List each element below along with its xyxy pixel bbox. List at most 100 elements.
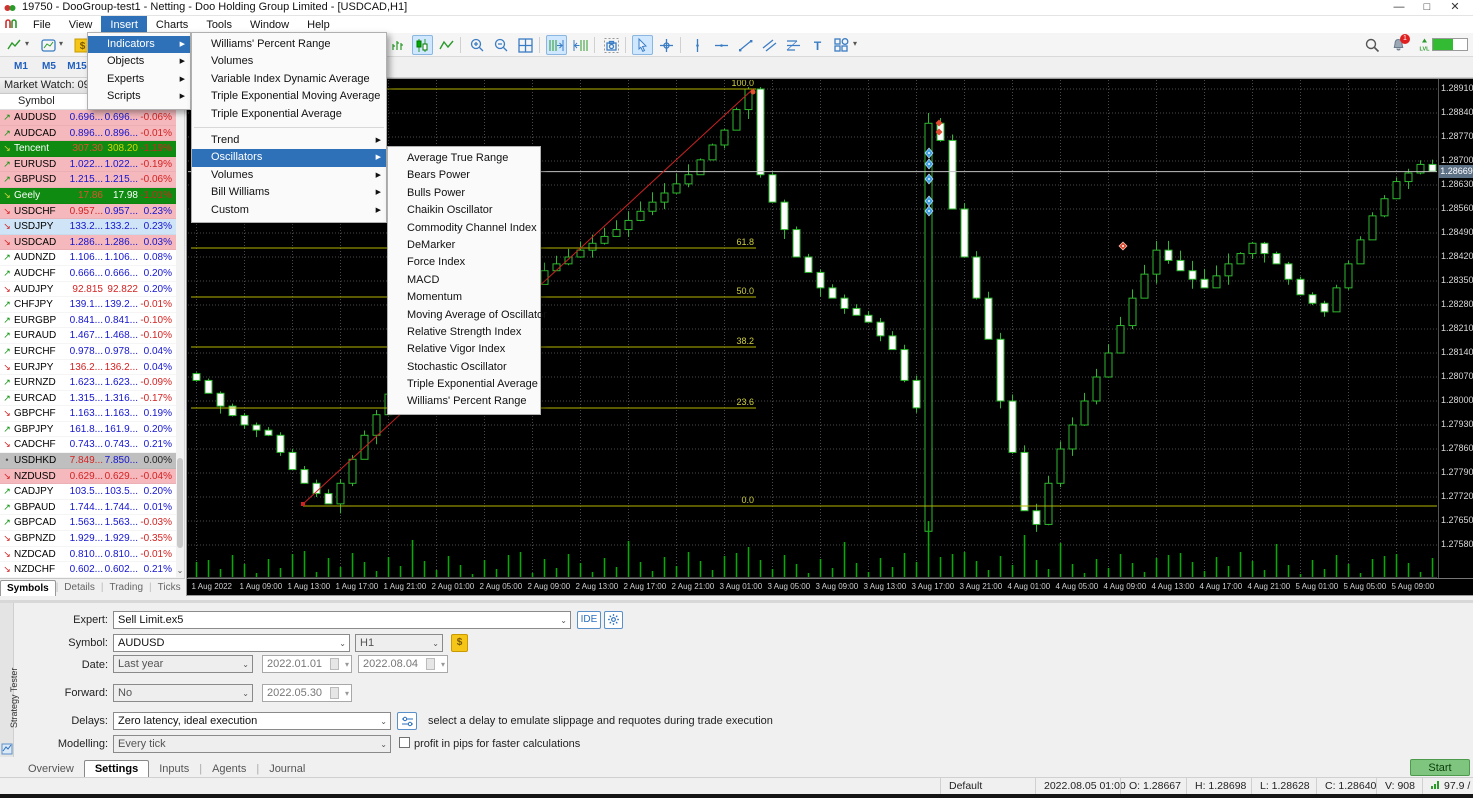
- price-axis[interactable]: 1.289101.288401.287701.287001.286301.285…: [1438, 79, 1473, 578]
- text-icon[interactable]: T: [807, 35, 828, 55]
- expert-settings-gear-icon[interactable]: [604, 611, 623, 629]
- table-row-audjpy[interactable]: ↘AUDJPY92.81592.8220.20%: [0, 282, 176, 298]
- shapes-icon[interactable]: [831, 35, 852, 55]
- table-row-audnzd[interactable]: ↗AUDNZD1.106...1.106...0.08%: [0, 250, 176, 266]
- search-icon[interactable]: [1362, 35, 1383, 55]
- menubar-item-file[interactable]: File: [24, 16, 60, 33]
- table-row-eurgbp[interactable]: ↗EURGBP0.841...0.841...-0.10%: [0, 313, 176, 329]
- table-row-gbpchf[interactable]: ↘GBPCHF1.163...1.163...0.19%: [0, 406, 176, 422]
- candles-icon[interactable]: [412, 35, 433, 55]
- indicators-item-trend[interactable]: Trend▶: [192, 132, 386, 149]
- time-axis[interactable]: 1 Aug 20221 Aug 09:001 Aug 13:001 Aug 17…: [187, 578, 1473, 595]
- table-row-geely[interactable]: ↘Geely17.8617.98-1.01%: [0, 188, 176, 204]
- camera-icon[interactable]: [601, 35, 622, 55]
- minimize-button[interactable]: —: [1385, 1, 1413, 13]
- tester-tab-inputs[interactable]: Inputs: [149, 761, 199, 777]
- table-row-usdhkd[interactable]: •USDHKD7.849...7.850...0.00%: [0, 453, 176, 469]
- table-row-chfjpy[interactable]: ↗CHFJPY139.1...139.2...-0.01%: [0, 297, 176, 313]
- expert-select[interactable]: Sell Limit.ex5⌄: [113, 611, 571, 629]
- crosshair-icon[interactable]: [656, 35, 677, 55]
- strategy-tester-side-tab[interactable]: Strategy Tester: [0, 603, 14, 760]
- oscillator-item-demarker[interactable]: DeMarker: [388, 237, 540, 254]
- oscillator-item-williams-percent-range[interactable]: Williams' Percent Range: [388, 393, 540, 410]
- market-watch-tab-trading[interactable]: Trading: [103, 582, 149, 593]
- table-row-cadjpy[interactable]: ↗CADJPY103.5...103.5...0.20%: [0, 484, 176, 500]
- market-watch-tab-symbols[interactable]: Symbols: [0, 580, 56, 596]
- table-row-cadchf[interactable]: ↘CADCHF0.743...0.743...0.21%: [0, 437, 176, 453]
- tester-tab-agents[interactable]: Agents: [202, 761, 256, 777]
- table-row-eurusd[interactable]: ↗EURUSD1.022...1.022...-0.19%: [0, 157, 176, 173]
- menubar-item-insert[interactable]: Insert: [101, 16, 147, 33]
- scrollbar-thumb[interactable]: [177, 458, 183, 548]
- date-spinner[interactable]: [330, 658, 339, 670]
- insert-menu-item-indicators[interactable]: Indicators▶: [88, 36, 190, 53]
- oscillator-item-average-true-range[interactable]: Average True Range: [388, 150, 540, 167]
- close-button[interactable]: ✕: [1441, 0, 1469, 13]
- chevron-down-icon[interactable]: ▾: [59, 39, 63, 48]
- table-row-gbpnzd[interactable]: ↘GBPNZD1.929...1.929...-0.35%: [0, 531, 176, 547]
- timeframe-button-m1[interactable]: M1: [8, 59, 34, 75]
- oscillator-item-bears-power[interactable]: Bears Power: [388, 167, 540, 184]
- indicators-item-variable-index-dynamic-average[interactable]: Variable Index Dynamic Average: [192, 71, 386, 88]
- indicators-item-triple-exponential-moving-average[interactable]: Triple Exponential Moving Average: [192, 88, 386, 105]
- table-row-gbpcad[interactable]: ↗GBPCAD1.563...1.563...-0.03%: [0, 515, 176, 531]
- oscillator-item-macd[interactable]: MACD: [388, 272, 540, 289]
- menubar-item-help[interactable]: Help: [298, 16, 339, 33]
- indicators-item-bill-williams[interactable]: Bill Williams▶: [192, 184, 386, 201]
- forward-select[interactable]: No⌄: [113, 684, 253, 702]
- cursor-icon[interactable]: [632, 35, 653, 55]
- indicators-item-oscillators[interactable]: Oscillators▶: [192, 149, 386, 166]
- oscillator-item-chaikin-oscillator[interactable]: Chaikin Oscillator: [388, 202, 540, 219]
- timeframe-button-m5[interactable]: M5: [36, 59, 62, 75]
- period-select[interactable]: H1⌄: [355, 634, 443, 652]
- hline-icon[interactable]: [711, 35, 732, 55]
- tile-icon[interactable]: [515, 35, 536, 55]
- ide-button[interactable]: IDE: [577, 611, 601, 629]
- market-watch-tab-ticks[interactable]: Ticks: [152, 582, 187, 593]
- table-row-usdcad[interactable]: ↘USDCAD1.286...1.286...0.03%: [0, 235, 176, 251]
- indicators-item-volumes[interactable]: Volumes▶: [192, 167, 386, 184]
- table-row-eurnzd[interactable]: ↗EURNZD1.623...1.623...-0.09%: [0, 375, 176, 391]
- tester-tab-journal[interactable]: Journal: [259, 761, 315, 777]
- tester-tab-settings[interactable]: Settings: [84, 760, 149, 777]
- line-chart-icon[interactable]: [4, 35, 25, 55]
- table-row-audchf[interactable]: ↗AUDCHF0.666...0.666...0.20%: [0, 266, 176, 282]
- indicators-item-williams-percent-range[interactable]: Williams' Percent Range: [192, 36, 386, 53]
- oscillator-item-relative-strength-index[interactable]: Relative Strength Index: [388, 324, 540, 341]
- indicators-item-triple-exponential-average[interactable]: Triple Exponential Average: [192, 106, 386, 123]
- shift-left-icon[interactable]: [570, 35, 591, 55]
- date-spinner[interactable]: [426, 658, 435, 670]
- market-watch-tab-details[interactable]: Details: [58, 582, 101, 593]
- delays-select[interactable]: Zero latency, ideal execution⌄: [113, 712, 391, 730]
- insert-menu-item-scripts[interactable]: Scripts▶: [88, 88, 190, 105]
- delay-settings-icon[interactable]: [397, 712, 417, 730]
- shift-right-icon[interactable]: [546, 35, 567, 55]
- modelling-select[interactable]: Every tick⌄: [113, 735, 391, 753]
- template-icon[interactable]: [38, 35, 59, 55]
- table-row-eurcad[interactable]: ↗EURCAD1.315...1.316...-0.17%: [0, 391, 176, 407]
- table-row-gbpjpy[interactable]: ↗GBPJPY161.8...161.9...0.20%: [0, 422, 176, 438]
- deposit-currency-button[interactable]: $: [451, 634, 468, 652]
- maximize-button[interactable]: □: [1413, 1, 1441, 13]
- oscillator-item-triple-exponential-average[interactable]: Triple Exponential Average: [388, 376, 540, 393]
- table-row-euraud[interactable]: ↗EURAUD1.467...1.468...-0.10%: [0, 328, 176, 344]
- pips-checkbox[interactable]: [399, 737, 410, 748]
- table-row-usdjpy[interactable]: ↘USDJPY133.2...133.2...0.23%: [0, 219, 176, 235]
- chevron-down-icon[interactable]: ▾: [25, 39, 29, 48]
- indicators-item-volumes[interactable]: Volumes: [192, 53, 386, 70]
- oscillator-item-commodity-channel-index[interactable]: Commodity Channel Index: [388, 220, 540, 237]
- symbol-select[interactable]: AUDUSD⌄: [113, 634, 350, 652]
- bars-icon[interactable]: [388, 35, 409, 55]
- menubar-item-tools[interactable]: Tools: [197, 16, 241, 33]
- zoom-out-icon[interactable]: [491, 35, 512, 55]
- fibo-icon[interactable]: [783, 35, 804, 55]
- oscillator-item-relative-vigor-index[interactable]: Relative Vigor Index: [388, 341, 540, 358]
- table-row-gbpaud[interactable]: ↗GBPAUD1.744...1.744...0.01%: [0, 500, 176, 516]
- table-row-eurchf[interactable]: ↗EURCHF0.978...0.978...0.04%: [0, 344, 176, 360]
- start-button[interactable]: Start: [1410, 759, 1470, 776]
- oscillator-item-moving-average-of-oscillator[interactable]: Moving Average of Oscillator: [388, 307, 540, 324]
- date-from-field[interactable]: 2022.01.01▾: [262, 655, 352, 673]
- scroll-down-icon[interactable]: ⌄: [176, 564, 184, 578]
- tester-tab-overview[interactable]: Overview: [18, 761, 84, 777]
- oscillator-item-momentum[interactable]: Momentum: [388, 289, 540, 306]
